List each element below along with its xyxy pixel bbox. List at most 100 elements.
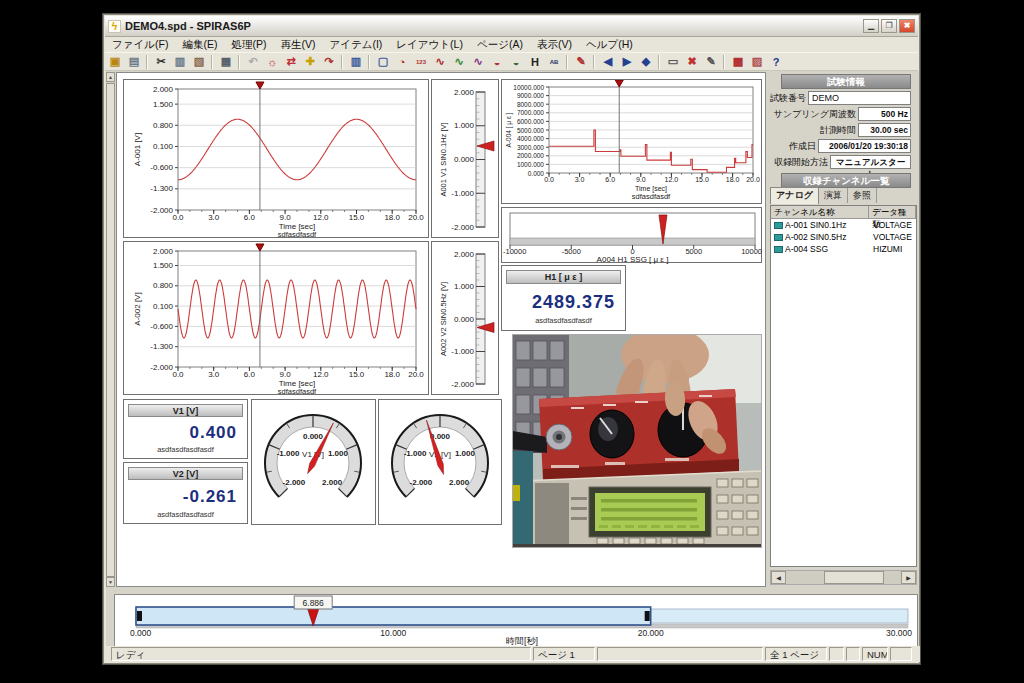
svg-text:1000.000: 1000.000 bbox=[517, 161, 544, 168]
text-item-icon[interactable]: AB bbox=[545, 54, 563, 70]
new-window-icon[interactable]: ▢ bbox=[374, 54, 392, 70]
meter-view-icon[interactable]: ◔ bbox=[393, 54, 411, 70]
prev-page-icon[interactable]: ◀ bbox=[599, 54, 617, 70]
photo-image bbox=[513, 335, 761, 547]
scroll-up-icon[interactable]: ▲ bbox=[106, 72, 115, 82]
menu-8[interactable]: ヘルプ(H) bbox=[579, 38, 640, 52]
cut-icon[interactable]: ✂ bbox=[152, 54, 170, 70]
info-value-0[interactable]: DEMO bbox=[808, 91, 911, 105]
info-panel-header: 試験情報 bbox=[781, 74, 911, 89]
channel-row-2[interactable]: A-004 SSGHIZUMI bbox=[771, 243, 916, 255]
svg-text:0.000: 0.000 bbox=[303, 432, 324, 441]
svg-text:1.000: 1.000 bbox=[328, 449, 349, 458]
meter-red-icon[interactable]: ◒ bbox=[488, 54, 506, 70]
layout-columns-icon[interactable]: ▥ bbox=[347, 54, 365, 70]
edit-page-icon[interactable]: ✎ bbox=[702, 54, 720, 70]
svg-text:6.886: 6.886 bbox=[303, 598, 325, 608]
svg-text:sdfasdfasdf: sdfasdfasdf bbox=[278, 387, 317, 396]
svg-text:3.0: 3.0 bbox=[575, 176, 585, 183]
scrollbar-thumb[interactable] bbox=[106, 83, 115, 577]
menu-2[interactable]: 処理(P) bbox=[224, 38, 273, 52]
menu-3[interactable]: 再生(V) bbox=[273, 38, 322, 52]
meter-green-icon[interactable]: ◒ bbox=[507, 54, 525, 70]
close-button[interactable]: ✖ bbox=[899, 19, 915, 33]
menu-0[interactable]: ファイル(F) bbox=[105, 38, 175, 52]
svg-text:-2.000: -2.000 bbox=[150, 206, 173, 215]
left-scrollbar[interactable]: ▲ ▼ bbox=[106, 72, 115, 587]
info-label-2: 計測時間 bbox=[768, 123, 856, 137]
menu-5[interactable]: レイアウト(L) bbox=[389, 38, 470, 52]
tab-2[interactable]: 参照 bbox=[848, 188, 877, 203]
numeric-view-icon[interactable]: 123 bbox=[412, 54, 430, 70]
status-spacer2 bbox=[829, 647, 844, 661]
toolbar-separator bbox=[658, 55, 660, 69]
report-icon[interactable]: ▩ bbox=[729, 54, 747, 70]
svg-text:9000.000: 9000.000 bbox=[517, 92, 544, 99]
chart-xy-icon[interactable]: ∿ bbox=[450, 54, 468, 70]
svg-text:-0.600: -0.600 bbox=[150, 322, 173, 331]
right-panel-scrollbar[interactable]: ◀ ▶ bbox=[770, 570, 917, 585]
tab-0[interactable]: アナログ bbox=[770, 187, 819, 204]
info-value-4: マニュアルスタート bbox=[830, 155, 911, 169]
toolbar-separator bbox=[211, 55, 213, 69]
process-icon[interactable]: ☼ bbox=[263, 54, 281, 70]
open-file-icon[interactable]: ▣ bbox=[106, 54, 124, 70]
menu-4[interactable]: アイテム(I) bbox=[322, 38, 389, 52]
scroll-left-icon[interactable]: ◀ bbox=[771, 571, 786, 584]
replay-tools-icon[interactable]: ⇄ bbox=[282, 54, 300, 70]
svg-text:時間[秒]: 時間[秒] bbox=[506, 636, 538, 646]
svg-text:6.0: 6.0 bbox=[244, 370, 256, 379]
chart-view-icon[interactable]: ∿ bbox=[431, 54, 449, 70]
save-icon[interactable]: ▤ bbox=[125, 54, 143, 70]
play-pages-icon[interactable]: ◆ bbox=[637, 54, 655, 70]
copy-icon[interactable]: ▥ bbox=[171, 54, 189, 70]
redo-red-icon[interactable]: ↷ bbox=[320, 54, 338, 70]
app-icon: ϟ bbox=[108, 20, 121, 33]
menu-1[interactable]: 編集(E) bbox=[175, 38, 224, 52]
gauge-v2: 0.000-1.0001.000-2.0002.000V2 [V] bbox=[378, 399, 502, 525]
svg-text:12.0: 12.0 bbox=[665, 176, 679, 183]
new-page-icon[interactable]: ▭ bbox=[664, 54, 682, 70]
timeline-slider[interactable]: 0.00010.00020.00030.000時間[秒]6.886 bbox=[114, 594, 918, 647]
digital-v1-value: 0.400 bbox=[189, 423, 237, 443]
help-icon[interactable]: ? bbox=[767, 54, 785, 70]
vertical-meter-v1: A001 V1 SIN0.1Hz [V]2.0001.0000.000-1.00… bbox=[431, 79, 499, 238]
edit-item-icon[interactable]: ✎ bbox=[572, 54, 590, 70]
paste-icon[interactable]: ▧ bbox=[190, 54, 208, 70]
digital-display-v1: V1 [V] 0.400 asdfasdfasdfasdf bbox=[123, 399, 248, 459]
svg-text:1.000: 1.000 bbox=[455, 449, 476, 458]
chart-multi-icon[interactable]: ∿ bbox=[469, 54, 487, 70]
minimize-button[interactable]: ▁ bbox=[863, 19, 879, 33]
delete-page-icon[interactable]: ✖ bbox=[683, 54, 701, 70]
channel-row-0[interactable]: A-001 SIN0.1HzVOLTAGE bbox=[771, 219, 916, 231]
channel-row-1[interactable]: A-002 SIN0.5HzVOLTAGE bbox=[771, 231, 916, 243]
scroll-right-icon[interactable]: ▶ bbox=[901, 571, 916, 584]
svg-text:A-001 [V]: A-001 [V] bbox=[133, 133, 142, 166]
channel-icon bbox=[774, 222, 783, 229]
title-bar[interactable]: ϟ DEMO4.spd - SPIRAS6P ▁ ❐ ✖ bbox=[105, 16, 918, 37]
svg-text:9.0: 9.0 bbox=[280, 213, 292, 222]
svg-text:12.0: 12.0 bbox=[313, 213, 329, 222]
undo-icon[interactable]: ↶ bbox=[244, 54, 262, 70]
svg-text:2.000: 2.000 bbox=[454, 250, 475, 259]
bar-item-icon[interactable]: H bbox=[526, 54, 544, 70]
tab-1[interactable]: 演算 bbox=[819, 188, 848, 203]
svg-text:2.000: 2.000 bbox=[322, 478, 343, 487]
marker-icon[interactable]: ✚ bbox=[301, 54, 319, 70]
menu-7[interactable]: 表示(V) bbox=[530, 38, 579, 52]
image-item-icon[interactable]: ▨ bbox=[748, 54, 766, 70]
status-spacer4 bbox=[890, 647, 912, 661]
rp-scrollbar-thumb[interactable] bbox=[824, 571, 884, 584]
next-page-icon[interactable]: ▶ bbox=[618, 54, 636, 70]
column-channel-name[interactable]: チャンネル名称 bbox=[771, 206, 869, 218]
column-data-type[interactable]: データ種類 bbox=[869, 206, 916, 218]
menu-6[interactable]: ページ(A) bbox=[470, 38, 530, 52]
status-spacer3 bbox=[846, 647, 860, 661]
maximize-button[interactable]: ❐ bbox=[881, 19, 897, 33]
status-num: NUM bbox=[862, 647, 888, 661]
toolbar-separator bbox=[238, 55, 240, 69]
svg-text:1.000: 1.000 bbox=[454, 282, 475, 291]
print-icon[interactable]: ▦ bbox=[217, 54, 235, 70]
scroll-down-icon[interactable]: ▼ bbox=[106, 577, 115, 587]
svg-text:A-002 [V]: A-002 [V] bbox=[133, 292, 142, 325]
